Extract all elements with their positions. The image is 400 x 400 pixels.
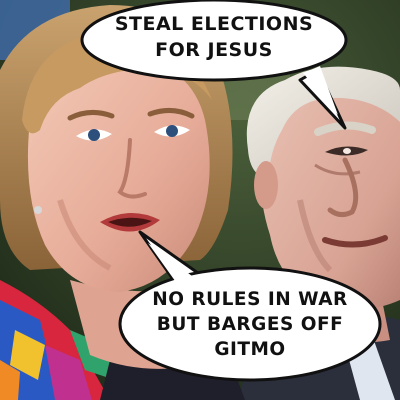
man-eye-highlight — [343, 148, 351, 154]
woman-earring — [34, 206, 42, 214]
bottom-speech-line: BUT BARGES OFF — [156, 314, 344, 335]
woman-left-iris — [88, 129, 100, 141]
man-ear — [254, 161, 278, 209]
woman-right-iris — [166, 125, 178, 137]
bottom-speech-text: NO RULES IN WAR BUT BARGES OFF GITMO — [134, 287, 366, 362]
top-speech-line: STEAL ELECTIONS — [114, 13, 314, 35]
bottom-speech-line: GITMO — [214, 339, 286, 360]
top-speech-text: STEAL ELECTIONS FOR JESUS — [100, 11, 328, 63]
top-speech-line: FOR JESUS — [155, 39, 273, 61]
comic-panel: STEAL ELECTIONS FOR JESUS NO RULES IN WA… — [0, 0, 400, 400]
bottom-speech-line: NO RULES IN WAR — [152, 289, 348, 310]
